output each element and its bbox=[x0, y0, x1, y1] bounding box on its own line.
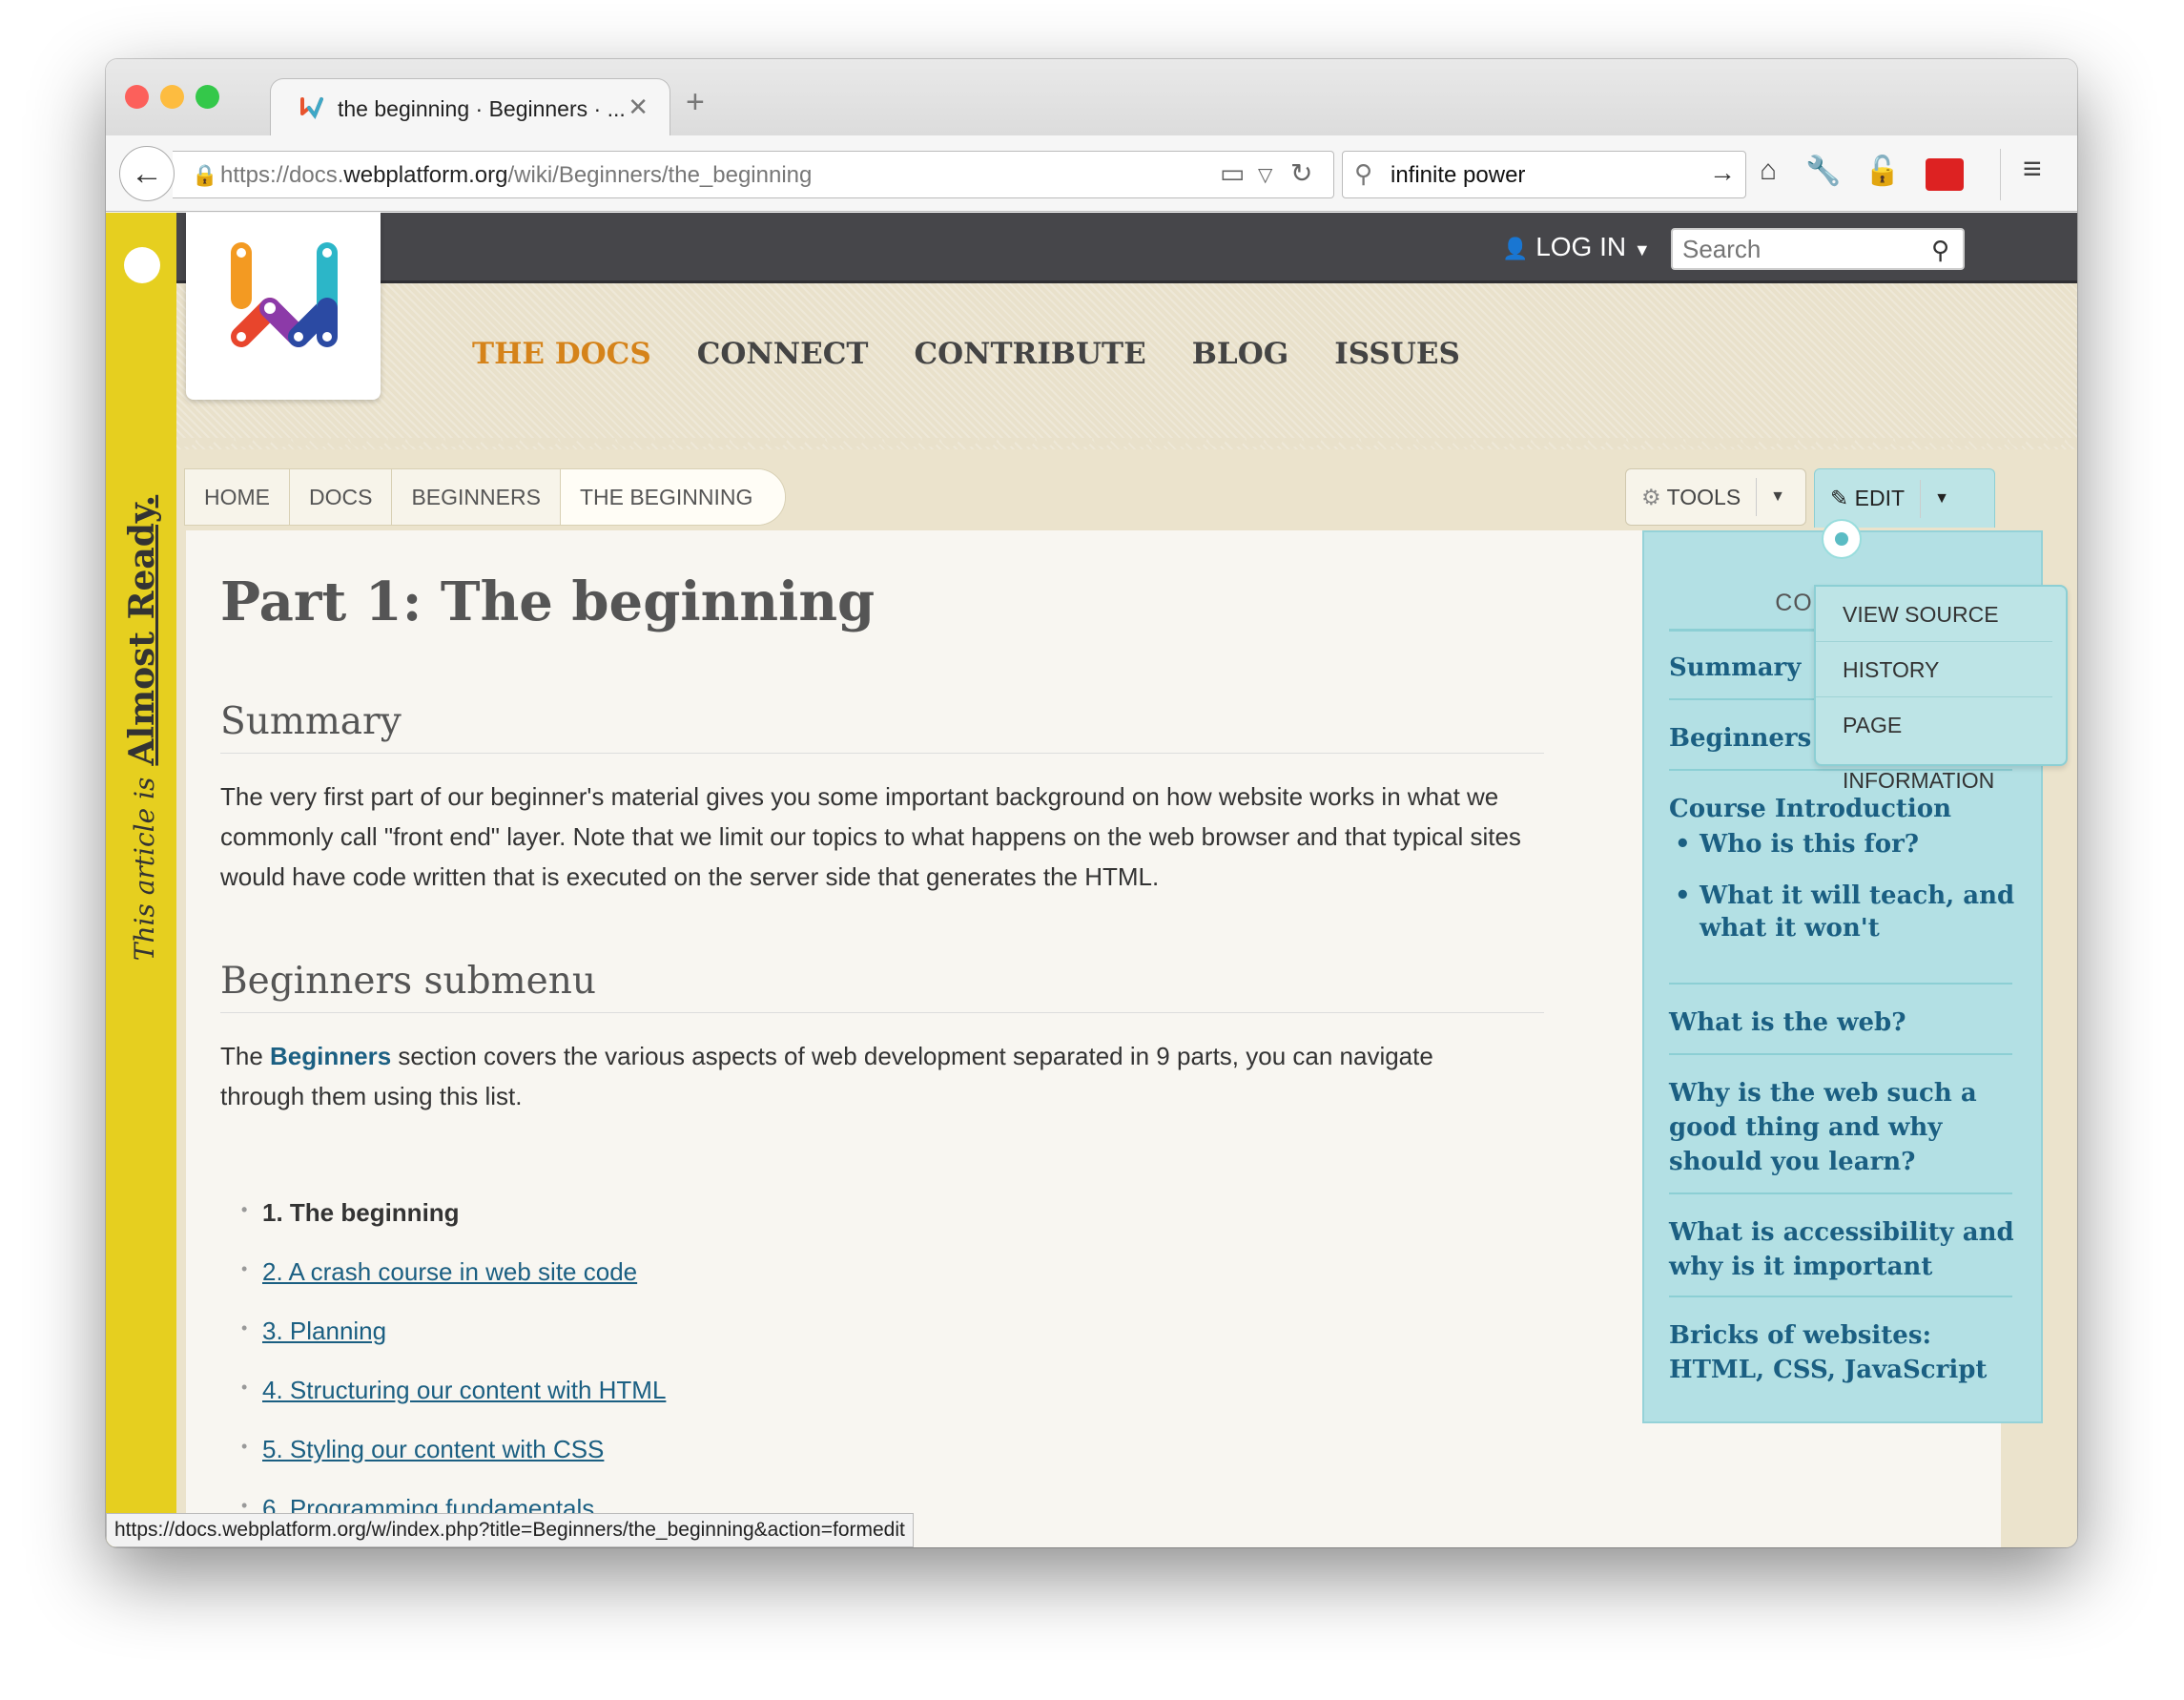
toc-pin-icon bbox=[1822, 519, 1862, 559]
article-status-ribbon: This article is Almost Ready. bbox=[106, 213, 176, 1547]
browser-search-value: infinite power bbox=[1391, 162, 1526, 188]
lock-icon: 🔒 bbox=[192, 163, 218, 187]
site-topbar: 👤 LOG IN ▼ ⚲ bbox=[106, 213, 2077, 283]
breadcrumb-docs[interactable]: DOCS bbox=[290, 469, 393, 525]
webplatform-favicon-icon bbox=[300, 97, 323, 120]
nav-issues[interactable]: ISSUES bbox=[1334, 337, 1460, 371]
gear-icon: ⚙ bbox=[1641, 484, 1661, 509]
breadcrumb-beginners[interactable]: BEGINNERS bbox=[392, 469, 561, 525]
toc-subitem[interactable]: Who is this for? bbox=[1675, 828, 2024, 860]
back-arrow-icon: ← bbox=[131, 155, 163, 192]
site-search: ⚲ bbox=[1671, 228, 1965, 270]
ribbon-text: This article is Almost Ready. bbox=[122, 495, 162, 961]
chevron-down-icon[interactable]: ▼ bbox=[1921, 490, 1963, 508]
header-scallop-border bbox=[177, 438, 2077, 455]
chevron-down-icon[interactable]: ▼ bbox=[1757, 488, 1799, 506]
tab-title: the beginning · Beginners · ... bbox=[338, 96, 626, 121]
ribbon-dot bbox=[124, 247, 160, 283]
home-icon[interactable]: ⌂ bbox=[1760, 155, 1777, 187]
status-bar-url: https://docs.webplatform.org/w/index.php… bbox=[106, 1513, 914, 1547]
nav-blog[interactable]: BLOG bbox=[1192, 337, 1288, 371]
nav-contribute[interactable]: CONTRIBUTE bbox=[914, 337, 1145, 371]
main-nav: THE DOCS CONNECT CONTRIBUTE BLOG ISSUES bbox=[472, 337, 1460, 371]
close-window-button[interactable] bbox=[125, 85, 149, 109]
nav-the-docs[interactable]: THE DOCS bbox=[472, 337, 651, 371]
zoom-window-button[interactable] bbox=[196, 85, 219, 109]
submenu-heading: Beginners submenu bbox=[220, 960, 1544, 1013]
menu-item-view-source[interactable]: VIEW SOURCE bbox=[1816, 587, 2052, 642]
navigation-bar: 🔒 https://docs.webplatform.org/wiki/Begi… bbox=[106, 135, 2077, 212]
summary-text: The very first part of our beginner's ma… bbox=[220, 782, 1521, 891]
breadcrumb-current: THE BEGINNING bbox=[560, 469, 786, 525]
list-item: 1. The beginning bbox=[241, 1198, 666, 1257]
reload-icon[interactable]: ↻ bbox=[1290, 157, 1312, 189]
toc-divider bbox=[1669, 1296, 2012, 1297]
breadcrumb-home[interactable]: HOME bbox=[185, 469, 290, 525]
url-bar[interactable]: 🔒 https://docs.webplatform.org/wiki/Begi… bbox=[173, 151, 1334, 198]
edit-dropdown-menu: VIEW SOURCE HISTORY PAGE INFORMATION bbox=[1814, 585, 2068, 793]
search-icon: ⚲ bbox=[1354, 159, 1373, 188]
toc-subitem[interactable]: What it will teach, and what it won't bbox=[1675, 880, 2024, 944]
tab-active[interactable]: the beginning · Beginners · ... ✕ bbox=[270, 78, 670, 137]
article: Part 1: The beginning Summary The very f… bbox=[186, 519, 2043, 1547]
toc-item[interactable]: Bricks of websites: HTML, CSS, JavaScrip… bbox=[1669, 1318, 2020, 1387]
list-item[interactable]: 4. Structuring our content with HTML bbox=[241, 1376, 666, 1435]
pencil-icon: ✎ bbox=[1830, 486, 1849, 510]
menu-item-page-information[interactable]: PAGE INFORMATION bbox=[1816, 697, 2052, 793]
toc-divider bbox=[1669, 983, 2012, 985]
edit-label: EDIT bbox=[1854, 486, 1906, 510]
user-icon: 👤 bbox=[1502, 237, 1529, 260]
tab-bar: the beginning · Beginners · ... ✕ + bbox=[106, 59, 2077, 137]
site-logo[interactable] bbox=[186, 213, 381, 400]
webplatform-logo-icon bbox=[231, 242, 338, 347]
site-search-input[interactable] bbox=[1673, 230, 1911, 268]
reader-view-icon[interactable]: ▭ bbox=[1220, 157, 1245, 189]
browser-search-box[interactable]: ⚲ infinite power → bbox=[1342, 151, 1746, 198]
summary-heading: Summary bbox=[220, 700, 1544, 754]
beginners-link[interactable]: Beginners bbox=[270, 1042, 391, 1070]
page-content: 👤 LOG IN ▼ ⚲ THE DOCS CONNECT CONTRIBUTE… bbox=[106, 213, 2077, 1547]
list-item[interactable]: 5. Styling our content with CSS bbox=[241, 1435, 666, 1494]
toc-item[interactable]: What is accessibility and why is it impo… bbox=[1669, 1215, 2020, 1284]
search-go-icon[interactable]: → bbox=[1709, 157, 1736, 188]
submenu-text: The Beginners section covers the various… bbox=[220, 1042, 1433, 1110]
toolbar-divider bbox=[2000, 149, 2001, 200]
menu-item-history[interactable]: HISTORY bbox=[1816, 642, 2052, 697]
toc-divider bbox=[1669, 1192, 2012, 1194]
tools-button[interactable]: ⚙ TOOLS ▼ bbox=[1625, 468, 1806, 526]
breadcrumb: HOME DOCS BEGINNERS THE BEGINNING bbox=[184, 468, 787, 526]
list-item[interactable]: 2. A crash course in web site code bbox=[241, 1257, 666, 1316]
menu-icon[interactable]: ≡ bbox=[2023, 151, 2042, 188]
tab-close-icon[interactable]: ✕ bbox=[628, 93, 649, 122]
tools-label: TOOLS bbox=[1666, 484, 1741, 509]
toc-item[interactable]: Why is the web such a good thing and why… bbox=[1669, 1076, 2020, 1179]
nav-connect[interactable]: CONNECT bbox=[697, 337, 869, 371]
page-title: Part 1: The beginning bbox=[220, 570, 876, 633]
wrench-icon[interactable]: 🔧 bbox=[1805, 155, 1841, 188]
addon-icon[interactable] bbox=[1926, 158, 1964, 191]
back-button[interactable]: ← bbox=[119, 146, 175, 201]
login-button[interactable]: 👤 LOG IN ▼ bbox=[1502, 232, 1651, 262]
parts-list: 1. The beginning 2. A crash course in we… bbox=[241, 1198, 666, 1547]
list-item[interactable]: 3. Planning bbox=[241, 1316, 666, 1376]
ribbon-prefix: This article is bbox=[129, 777, 160, 962]
search-icon[interactable]: ⚲ bbox=[1931, 236, 1949, 265]
browser-window: the beginning · Beginners · ... ✕ + 🔒 ht… bbox=[106, 59, 2077, 1547]
extension-icon[interactable]: 🔓 bbox=[1865, 155, 1900, 188]
new-tab-button[interactable]: + bbox=[686, 86, 705, 118]
url-text: https://docs.webplatform.org/wiki/Beginn… bbox=[220, 162, 813, 188]
chevron-down-icon: ▼ bbox=[1633, 240, 1651, 259]
toc-item[interactable]: What is the web? bbox=[1669, 1005, 2020, 1040]
site-header: 👤 LOG IN ▼ ⚲ THE DOCS CONNECT CONTRIBUTE… bbox=[106, 213, 2077, 449]
minimize-window-button[interactable] bbox=[160, 85, 184, 109]
dropdown-arrow-icon[interactable]: ▽ bbox=[1258, 163, 1272, 187]
login-label: LOG IN bbox=[1535, 232, 1627, 261]
toc-divider bbox=[1669, 1053, 2012, 1055]
ribbon-status-link[interactable]: Almost Ready. bbox=[122, 495, 162, 766]
